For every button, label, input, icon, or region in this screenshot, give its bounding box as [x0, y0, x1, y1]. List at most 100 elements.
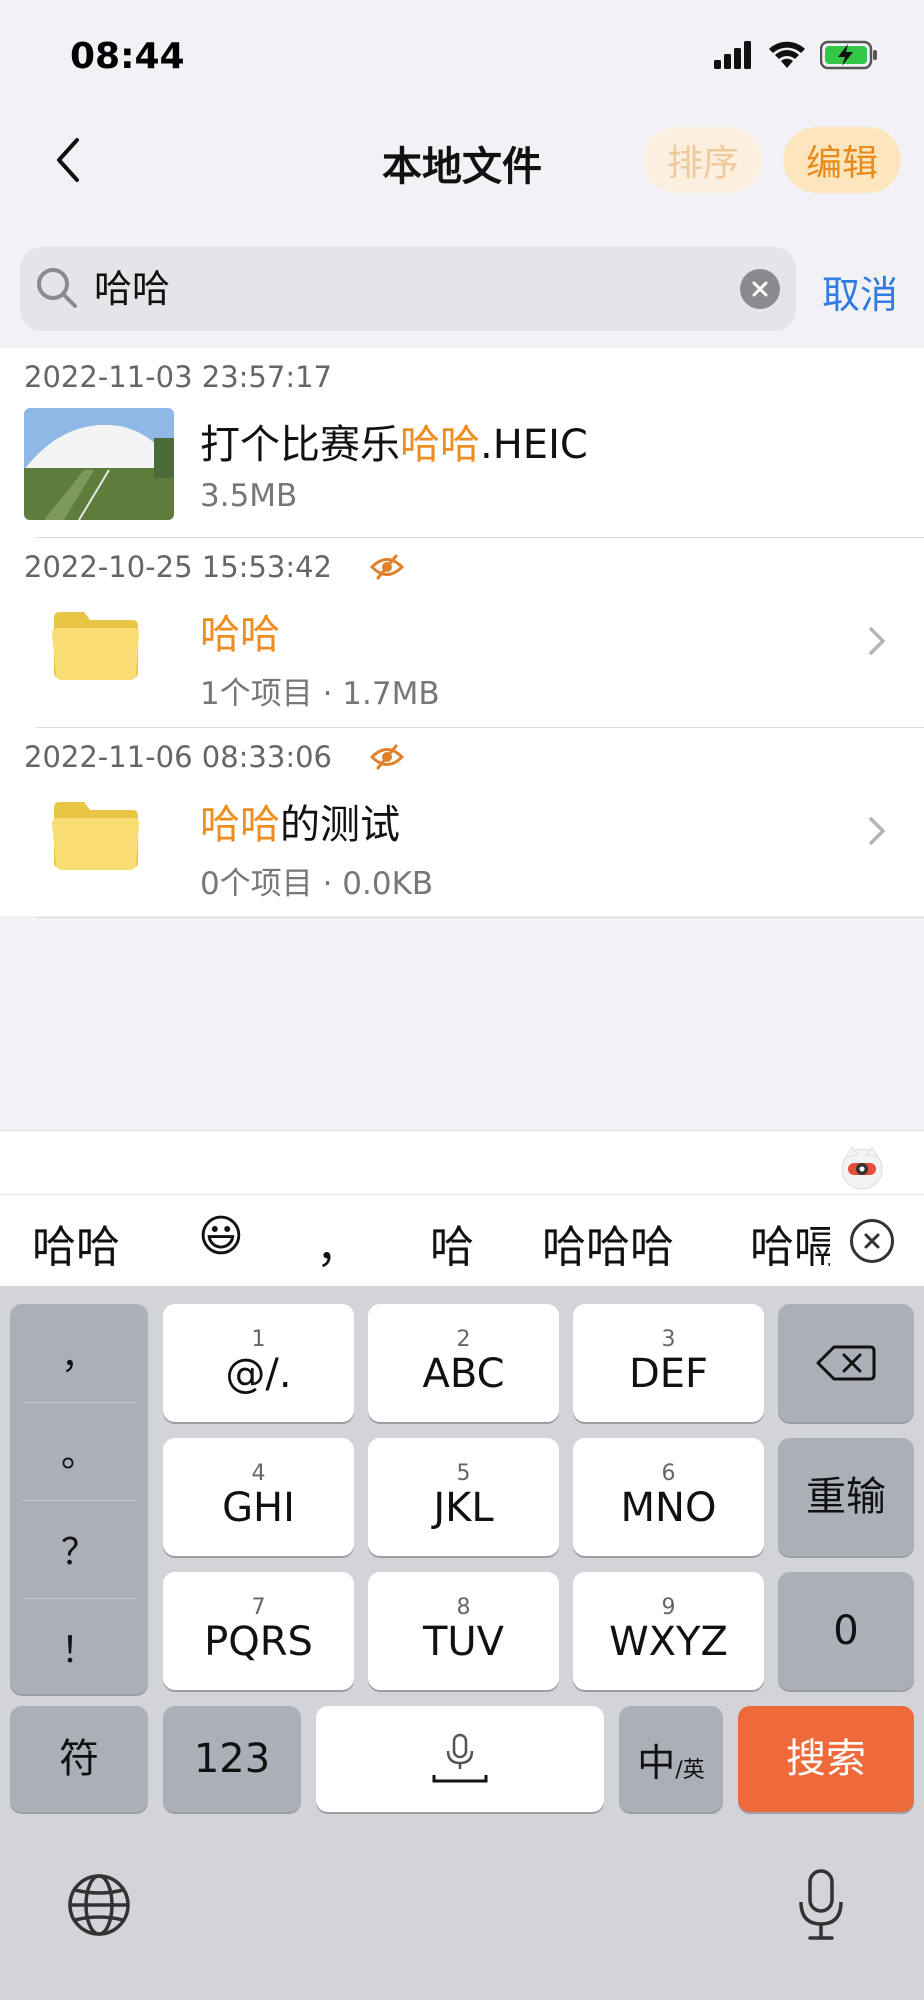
key-label: @/. — [225, 1351, 292, 1397]
candidate-item[interactable]: ， — [316, 1211, 360, 1275]
key-label: DEF — [628, 1351, 709, 1397]
item-name-highlight: 哈哈 — [200, 612, 280, 658]
reset-key[interactable]: 重输 — [778, 1438, 914, 1556]
key-label: GHI — [222, 1485, 295, 1531]
search-bar: 哈哈 — [20, 247, 796, 331]
candidate-item[interactable]: 😃 — [198, 1211, 244, 1262]
keyboard-logo-icon[interactable] — [838, 1143, 886, 1191]
results-list: 2022-11-03 23:57:17 打个比赛乐哈哈.HEIC 3.5MB 2… — [0, 348, 924, 918]
item-date: 2022-11-06 08:33:06 — [24, 740, 332, 774]
key-label: TUV — [422, 1619, 505, 1665]
key-number: 5 — [456, 1461, 471, 1486]
candidate-bar: 哈哈 😃 ， 哈 哈哈哈 哈嗝 — [0, 1194, 924, 1286]
folder-icon — [52, 802, 140, 870]
key-3[interactable]: 3 DEF — [573, 1304, 764, 1422]
keyboard-toolbar — [0, 1130, 924, 1194]
key-label: 重输 — [806, 1474, 886, 1520]
key-7[interactable]: 7 PQRS — [163, 1572, 354, 1690]
item-name-prefix: 打个比赛乐 — [200, 422, 400, 468]
close-icon — [864, 1233, 880, 1249]
space-mic-icon — [432, 1733, 488, 1783]
edit-button[interactable]: 编辑 — [783, 127, 901, 193]
chevron-right-icon — [869, 817, 885, 845]
numbers-key[interactable]: 123 — [163, 1706, 301, 1812]
list-item[interactable]: 2022-11-06 08:33:06 哈哈的测试 0个项目 · 0.0KB — [0, 728, 924, 918]
item-date: 2022-10-25 15:53:42 — [24, 550, 332, 584]
key-label: 0 — [833, 1608, 859, 1654]
backspace-icon — [816, 1345, 876, 1381]
item-meta: 0个项目 · 0.0KB — [200, 866, 434, 902]
backspace-key[interactable] — [778, 1304, 914, 1422]
list-item[interactable]: 2022-11-03 23:57:17 打个比赛乐哈哈.HEIC 3.5MB — [0, 348, 924, 538]
search-key[interactable]: 搜索 — [738, 1706, 914, 1812]
key-label: PQRS — [204, 1619, 313, 1665]
language-switch-key[interactable]: 中 /英 — [619, 1706, 723, 1812]
key-label: WXYZ — [609, 1619, 728, 1665]
key-number: 1 — [251, 1327, 266, 1352]
item-date-row: 2022-11-06 08:33:06 — [24, 740, 404, 774]
wifi-icon — [769, 41, 805, 68]
item-name-highlight: 哈哈 — [200, 802, 280, 848]
punctuation-key[interactable]: 。 — [10, 1402, 148, 1500]
candidate-item[interactable]: 哈哈 — [32, 1211, 120, 1275]
key-label: ABC — [422, 1351, 505, 1397]
hidden-eye-icon — [370, 554, 404, 580]
hidden-eye-icon — [370, 744, 404, 770]
key-label: MNO — [620, 1485, 717, 1531]
battery-charging-icon — [820, 40, 877, 70]
key-8[interactable]: 8 TUV — [368, 1572, 559, 1690]
punctuation-key[interactable]: ， — [10, 1304, 148, 1402]
key-1[interactable]: 1 @/. — [163, 1304, 354, 1422]
item-name: 哈哈的测试 — [200, 792, 400, 850]
divider — [36, 917, 924, 918]
close-icon — [752, 281, 768, 297]
key-label: 搜索 — [786, 1736, 866, 1782]
status-bar: 08:44 — [0, 0, 924, 110]
symbols-key[interactable]: 符 — [10, 1706, 148, 1812]
item-meta: 3.5MB — [200, 478, 298, 514]
item-name: 哈哈 — [200, 602, 280, 660]
candidate-item[interactable]: 哈嗝 — [750, 1211, 830, 1275]
search-input[interactable]: 哈哈 — [94, 247, 694, 331]
cancel-search-button[interactable]: 取消 — [822, 264, 898, 319]
key-number: 4 — [251, 1461, 266, 1486]
key-9[interactable]: 9 WXYZ — [573, 1572, 764, 1690]
key-number: 9 — [661, 1595, 676, 1620]
folder-icon — [52, 612, 140, 680]
key-2[interactable]: 2 ABC — [368, 1304, 559, 1422]
key-4[interactable]: 4 GHI — [163, 1438, 354, 1556]
punctuation-key[interactable]: ？ — [10, 1500, 148, 1598]
candidate-item[interactable]: 哈 — [430, 1211, 474, 1275]
keyboard: ， 。 ？ ！ 1 @/. 2 ABC 3 DEF 4 GHI 5 JKL 6 … — [0, 1286, 924, 2000]
key-label: JKL — [433, 1485, 494, 1531]
candidate-item[interactable]: 哈哈哈 — [542, 1211, 674, 1275]
key-5[interactable]: 5 JKL — [368, 1438, 559, 1556]
close-candidates-button[interactable] — [850, 1219, 894, 1263]
list-item[interactable]: 2022-10-25 15:53:42 哈哈 1个项目 · 1.7MB — [0, 538, 924, 728]
key-label: 123 — [193, 1736, 271, 1782]
space-key[interactable] — [316, 1706, 604, 1812]
signal-icon — [714, 41, 751, 69]
key-number: 2 — [456, 1327, 471, 1352]
key-6[interactable]: 6 MNO — [573, 1438, 764, 1556]
item-meta: 1个项目 · 1.7MB — [200, 676, 440, 712]
microphone-icon[interactable] — [796, 1868, 846, 1942]
punctuation-column: ， 。 ？ ！ — [10, 1304, 148, 1694]
key-label: 中 — [637, 1740, 676, 1785]
globe-icon[interactable] — [66, 1872, 132, 1938]
sort-button[interactable]: 排序 — [644, 127, 762, 193]
nav-bar: 本地文件 排序 编辑 — [0, 110, 924, 210]
image-thumbnail — [24, 408, 174, 520]
item-name-highlight: 哈哈 — [400, 422, 480, 468]
key-number: 6 — [661, 1461, 676, 1486]
key-number: 7 — [251, 1595, 266, 1620]
chevron-right-icon — [869, 627, 885, 655]
item-name: 打个比赛乐哈哈.HEIC — [200, 412, 588, 470]
key-0[interactable]: 0 — [778, 1572, 914, 1690]
punctuation-key[interactable]: ！ — [10, 1598, 148, 1696]
item-date: 2022-11-03 23:57:17 — [24, 360, 332, 394]
key-label: 符 — [59, 1736, 99, 1782]
key-number: 8 — [456, 1595, 471, 1620]
item-name-suffix: .HEIC — [480, 422, 588, 468]
clear-search-button[interactable] — [740, 269, 780, 309]
